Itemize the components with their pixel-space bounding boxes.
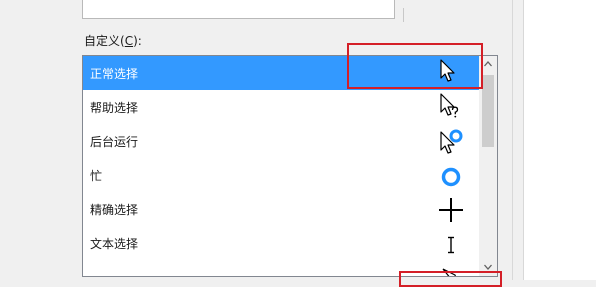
divider [512,0,513,280]
list-item-text-select[interactable]: 文本选择 [83,226,479,260]
customize-label-prefix: 自定义( [84,34,125,48]
annotation-highlight-box [347,43,483,89]
background-busy-pointer-icon [435,125,467,157]
list-item-working-in-background[interactable]: 后台运行 [83,124,479,158]
chevron-up-icon [484,61,492,67]
text-ibeam-icon [435,227,467,259]
chevron-down-icon [484,264,492,270]
list-item-help-select[interactable]: 帮助选择 [83,90,479,124]
list-item-label: 忙 [90,169,103,183]
customize-label: 自定义(C): [84,32,142,49]
help-pointer-icon [435,91,467,123]
list-item-label: 文本选择 [90,237,139,251]
divider [403,8,404,22]
list-item-busy[interactable]: 忙 [83,158,479,192]
list-item-label: 帮助选择 [90,101,139,115]
crosshair-icon [435,193,467,225]
list-scrollbar[interactable] [479,56,497,276]
customize-label-suffix: ): [133,34,142,48]
previous-field [82,0,395,19]
list-item-label: 后台运行 [90,135,139,149]
cursor-list-rows: 正常选择 帮助选择 后台运行 忙 精确选择 文本选择 [83,56,479,276]
list-item-label: 正常选择 [90,67,139,81]
side-panel [524,0,596,280]
customize-label-accelerator: C [124,34,134,48]
annotation-highlight-box [399,271,502,287]
scroll-thumb[interactable] [482,75,494,147]
busy-ring-icon [435,159,467,191]
list-item-label: 精确选择 [90,203,139,217]
list-item-precision-select[interactable]: 精确选择 [83,192,479,226]
